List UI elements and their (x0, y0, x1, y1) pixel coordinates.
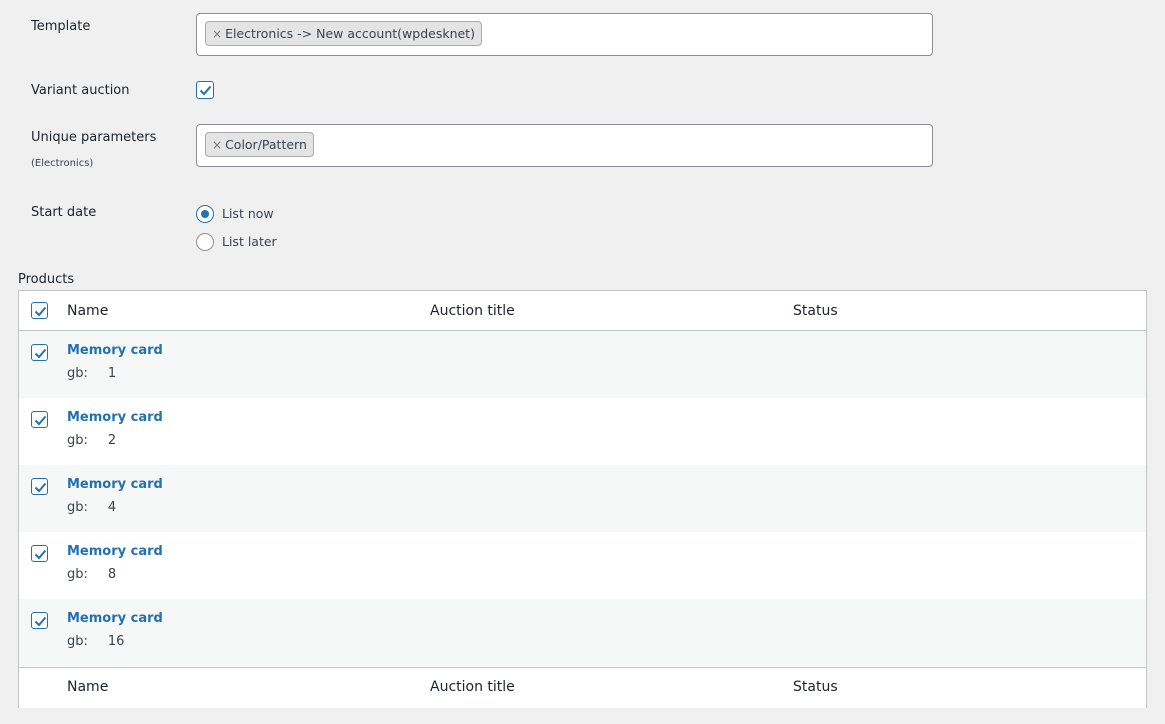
unique-parameter-chip: × Color/Pattern (205, 132, 314, 157)
remove-chip-icon[interactable]: × (212, 138, 222, 152)
column-header-name[interactable]: Name (67, 303, 108, 319)
column-footer-status[interactable]: Status (793, 679, 838, 695)
template-select[interactable]: × Electronics -> New account(wpdesknet) (196, 13, 933, 56)
product-attribute: gb: 1 (67, 366, 116, 381)
checkmark-icon (34, 415, 47, 426)
attribute-value: 16 (107, 634, 125, 649)
variant-auction-label: Variant auction (31, 83, 130, 98)
attribute-name: gb: (67, 366, 88, 381)
unique-parameters-select[interactable]: × Color/Pattern (196, 124, 933, 167)
list-now-label[interactable]: List now (222, 206, 274, 221)
checkmark-icon (199, 85, 212, 96)
attribute-value: 4 (107, 500, 117, 515)
column-footer-auction-title[interactable]: Auction title (430, 679, 515, 695)
product-attribute: gb: 4 (67, 500, 116, 515)
row-checkbox[interactable] (31, 478, 48, 495)
table-footer: Name Auction title Status (19, 667, 1146, 708)
product-name-link[interactable]: Memory card (67, 477, 163, 492)
remove-chip-icon[interactable]: × (212, 27, 222, 41)
table-row: Memory card gb: 16 (19, 599, 1146, 666)
list-later-label[interactable]: List later (222, 234, 277, 249)
products-table: Name Auction title Status Memory card gb… (18, 290, 1147, 708)
select-all-checkbox[interactable] (31, 302, 48, 319)
template-chip-label: Electronics -> New account(wpdesknet) (225, 26, 475, 41)
product-name-link[interactable]: Memory card (67, 343, 163, 358)
attribute-name: gb: (67, 433, 88, 448)
template-chip: × Electronics -> New account(wpdesknet) (205, 21, 482, 46)
attribute-value: 8 (107, 567, 117, 582)
column-footer-name[interactable]: Name (67, 679, 108, 695)
product-attribute: gb: 8 (67, 567, 116, 582)
checkmark-icon (34, 616, 47, 627)
table-row: Memory card gb: 8 (19, 532, 1146, 599)
table-header: Name Auction title Status (19, 291, 1146, 331)
list-now-radio[interactable] (196, 205, 214, 223)
unique-parameters-label: Unique parameters (31, 130, 157, 145)
attribute-name: gb: (67, 634, 88, 649)
product-attribute: gb: 2 (67, 433, 116, 448)
table-row: Memory card gb: 1 (19, 331, 1146, 398)
checkmark-icon (34, 348, 47, 359)
product-name-link[interactable]: Memory card (67, 410, 163, 425)
row-checkbox[interactable] (31, 411, 48, 428)
list-later-radio[interactable] (196, 233, 214, 251)
attribute-value: 2 (107, 433, 117, 448)
variant-auction-checkbox[interactable] (196, 81, 214, 99)
checkmark-icon (34, 549, 47, 560)
checkmark-icon (34, 482, 47, 493)
row-checkbox[interactable] (31, 612, 48, 629)
attribute-value: 1 (107, 366, 117, 381)
unique-parameter-chip-label: Color/Pattern (225, 137, 307, 152)
table-row: Memory card gb: 4 (19, 465, 1146, 532)
template-label: Template (31, 19, 91, 34)
start-date-label: Start date (31, 205, 97, 220)
unique-parameters-sublabel: (Electronics) (31, 158, 94, 169)
products-title: Products (18, 272, 75, 287)
table-row: Memory card gb: 2 (19, 398, 1146, 465)
checkmark-icon (34, 306, 47, 317)
row-checkbox[interactable] (31, 344, 48, 361)
column-header-status[interactable]: Status (793, 303, 838, 319)
attribute-name: gb: (67, 567, 88, 582)
product-name-link[interactable]: Memory card (67, 544, 163, 559)
product-attribute: gb: 16 (67, 634, 124, 649)
column-header-auction-title[interactable]: Auction title (430, 303, 515, 319)
row-checkbox[interactable] (31, 545, 48, 562)
product-name-link[interactable]: Memory card (67, 611, 163, 626)
attribute-name: gb: (67, 500, 88, 515)
